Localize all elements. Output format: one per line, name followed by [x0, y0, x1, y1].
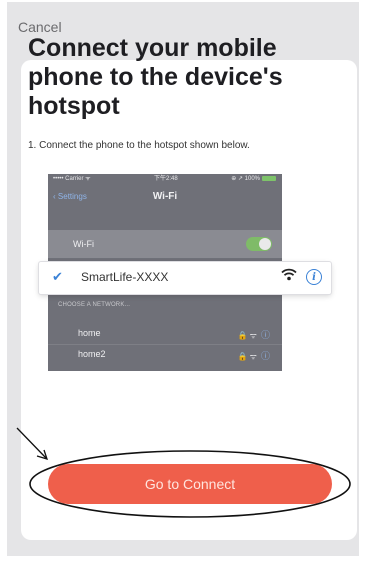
- toggle-knob: [259, 238, 271, 250]
- selected-network-row: ✔ SmartLife-XXXX i: [39, 262, 331, 294]
- battery-indicator: ⊕ ↗ 100%: [231, 174, 276, 185]
- network-name: home: [78, 328, 101, 338]
- carrier-label: ••••• Carrier ᯤ: [53, 176, 91, 182]
- info-icon: ⓘ: [260, 351, 270, 361]
- wifi-toggle-row: Wi-Fi: [48, 230, 282, 258]
- battery-label: ⊕ ↗ 100%: [231, 176, 260, 182]
- lock-icon: 🔒: [237, 331, 248, 340]
- lock-icon: 🔒: [237, 352, 248, 361]
- status-bar: ••••• Carrier ᯤ 下午2:48 ⊕ ↗ 100%: [48, 174, 282, 185]
- page-title: Connect your mobile phone to the device'…: [28, 34, 283, 120]
- info-icon: i: [306, 269, 322, 285]
- battery-icon: [262, 175, 276, 181]
- go-to-connect-button[interactable]: Go to Connect: [48, 464, 332, 504]
- nav-bar: ‹ Settings Wi-Fi: [48, 185, 282, 211]
- wifi-label: Wi-Fi: [73, 239, 94, 249]
- wifi-icon: ᯤ: [249, 331, 257, 340]
- section-header: CHOOSE A NETWORK...: [58, 302, 131, 308]
- list-item: home2 🔒 ᯤ ⓘ: [48, 344, 282, 365]
- wifi-icon: ᯤ: [249, 352, 257, 361]
- wifi-toggle: [246, 237, 272, 251]
- cancel-button[interactable]: Cancel: [18, 19, 62, 35]
- wifi-icon: [281, 268, 297, 286]
- network-name: home2: [78, 349, 106, 359]
- list-item: home 🔒 ᯤ ⓘ: [48, 324, 282, 344]
- instruction-text: 1. Connect the phone to the hotspot show…: [28, 140, 250, 151]
- checkmark-icon: ✔: [52, 269, 63, 284]
- info-icon: ⓘ: [260, 330, 270, 340]
- status-time: 下午2:48: [154, 176, 178, 182]
- nav-title: Wi-Fi: [152, 191, 178, 202]
- selected-network-name: SmartLife-XXXX: [81, 270, 169, 284]
